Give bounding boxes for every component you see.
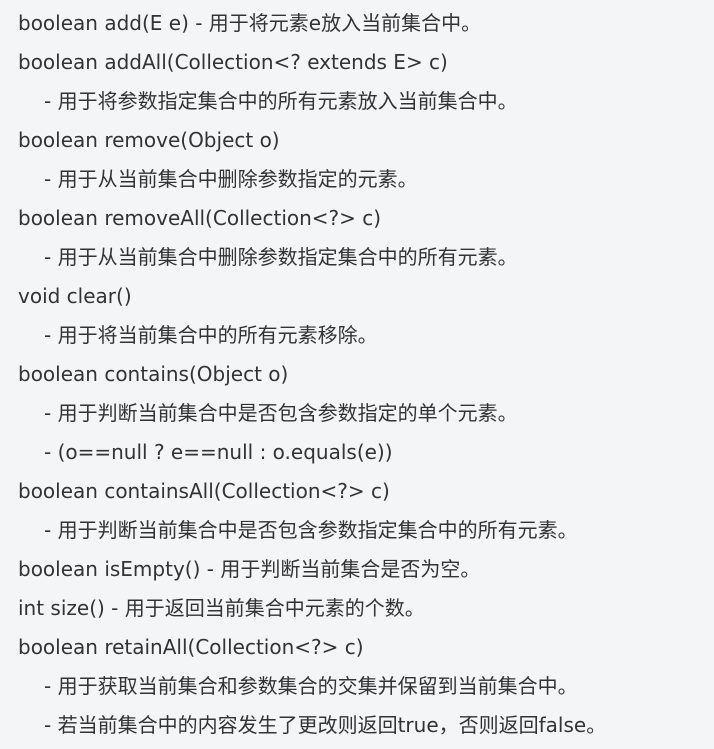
method-remove-all: boolean removeAll(Collection<?> c) xyxy=(18,206,382,230)
method-clear: void clear() xyxy=(18,284,132,308)
method-is-empty: boolean isEmpty() - 用于判断当前集合是否为空。 xyxy=(18,557,481,581)
method-remove: boolean remove(Object o) xyxy=(18,128,280,152)
method-contains-all: boolean containsAll(Collection<?> c) xyxy=(18,479,390,503)
method-clear-desc: - 用于将当前集合中的所有元素移除。 xyxy=(44,323,378,347)
method-add-all-desc: - 用于将参数指定集合中的所有元素放入当前集合中。 xyxy=(44,89,518,113)
method-add: boolean add(E e) - 用于将元素e放入当前集合中。 xyxy=(18,11,482,35)
method-contains-desc: - 用于判断当前集合中是否包含参数指定的单个元素。 xyxy=(44,401,518,425)
method-contains-rule: - (o==null ? e==null : o.equals(e)) xyxy=(44,440,393,464)
method-retain-all-return: - 若当前集合中的内容发生了更改则返回true，否则返回false。 xyxy=(44,713,607,737)
method-list: boolean add(E e) - 用于将元素e放入当前集合中。 boolea… xyxy=(0,0,714,749)
method-remove-desc: - 用于从当前集合中删除参数指定的元素。 xyxy=(44,167,418,191)
method-contains-all-desc: - 用于判断当前集合中是否包含参数指定集合中的所有元素。 xyxy=(44,518,578,542)
method-size: int size() - 用于返回当前集合中元素的个数。 xyxy=(18,596,425,620)
method-remove-all-desc: - 用于从当前集合中删除参数指定集合中的所有元素。 xyxy=(44,245,518,269)
method-retain-all: boolean retainAll(Collection<?> c) xyxy=(18,635,364,659)
method-retain-all-desc: - 用于获取当前集合和参数集合的交集并保留到当前集合中。 xyxy=(44,674,578,698)
method-contains: boolean contains(Object o) xyxy=(18,362,289,386)
method-add-all: boolean addAll(Collection<? extends E> c… xyxy=(18,50,448,74)
